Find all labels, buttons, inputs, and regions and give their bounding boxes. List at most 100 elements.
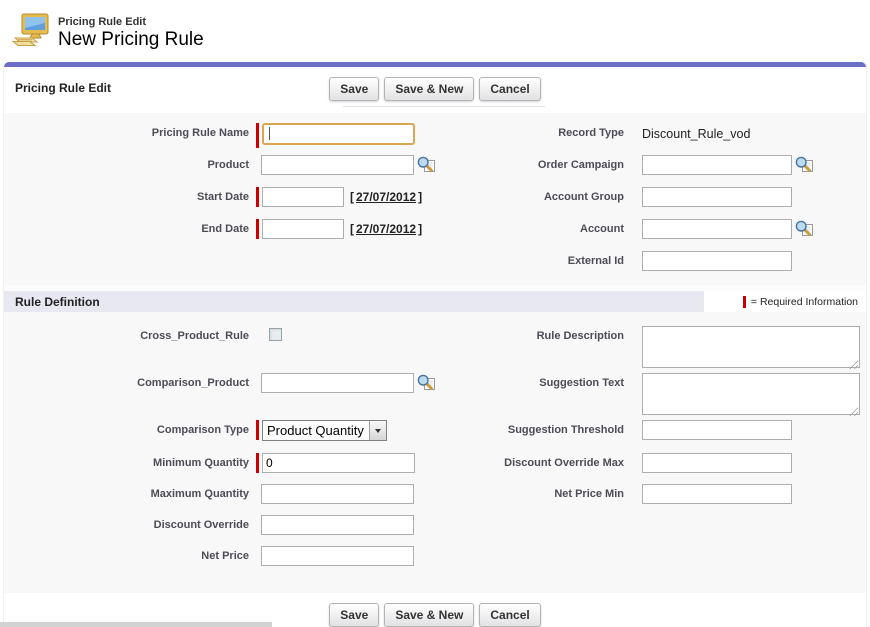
field-label: Discount Override Max bbox=[452, 453, 624, 469]
required-legend-text: = Required Information bbox=[751, 296, 858, 308]
required-indicator bbox=[256, 187, 259, 207]
field-label: Start Date bbox=[4, 187, 249, 203]
page-title: New Pricing Rule bbox=[58, 29, 204, 51]
dropdown-button[interactable] bbox=[369, 421, 386, 440]
field-label: Suggestion Text bbox=[452, 373, 624, 389]
cross-product-rule-checkbox[interactable] bbox=[269, 328, 282, 341]
field-label: Suggestion Threshold bbox=[452, 420, 624, 436]
information-section: Pricing Rule Name Record Type Discount_R… bbox=[4, 113, 866, 285]
discount-override-input[interactable] bbox=[261, 515, 414, 535]
required-indicator bbox=[256, 123, 259, 148]
minimum-quantity-input[interactable] bbox=[262, 453, 415, 473]
lookup-icon[interactable] bbox=[417, 374, 436, 396]
field-label: Account bbox=[452, 219, 624, 235]
field-label: End Date bbox=[4, 219, 249, 235]
form-row: Pricing Rule Name Record Type Discount_R… bbox=[4, 123, 866, 155]
edit-panel: Pricing Rule Edit Save Save & New Cancel… bbox=[3, 62, 867, 627]
form-row: End Date [27/07/2012] Account bbox=[4, 219, 866, 251]
field-label: Record Type bbox=[452, 123, 624, 139]
bracket: [ bbox=[350, 222, 354, 236]
selected-option: Product Quantity bbox=[263, 421, 369, 440]
external-id-input[interactable] bbox=[642, 251, 792, 271]
suggestion-threshold-input[interactable] bbox=[642, 420, 792, 440]
cancel-button[interactable]: Cancel bbox=[479, 603, 540, 627]
form-row: Start Date [27/07/2012] Account Group bbox=[4, 187, 866, 219]
form-row: Comparison_Product Suggestion Text bbox=[4, 373, 866, 420]
form-row: Minimum Quantity Discount Override Max bbox=[4, 453, 866, 484]
required-indicator bbox=[256, 453, 259, 473]
field-label: Comparison Type bbox=[4, 420, 249, 436]
comparison-product-input[interactable] bbox=[261, 373, 414, 393]
cancel-button[interactable]: Cancel bbox=[479, 77, 540, 101]
textarea-wrap bbox=[642, 373, 860, 420]
lookup-icon[interactable] bbox=[417, 156, 436, 178]
pricing-rule-name-input[interactable] bbox=[264, 126, 413, 143]
date-hint: [27/07/2012] bbox=[350, 219, 422, 236]
form-row: External Id bbox=[4, 251, 866, 283]
account-group-input[interactable] bbox=[642, 187, 792, 207]
field-label: Product bbox=[4, 155, 249, 171]
form-row: Maximum Quantity Net Price Min bbox=[4, 484, 866, 515]
textarea-wrap bbox=[642, 326, 860, 373]
text-caret bbox=[269, 127, 270, 140]
form-row: Cross_Product_Rule Rule Description bbox=[4, 326, 866, 373]
masthead-titles: Pricing Rule Edit New Pricing Rule bbox=[58, 16, 204, 51]
lookup-icon[interactable] bbox=[795, 220, 814, 242]
field-label: Account Group bbox=[452, 187, 624, 203]
field-label: Rule Description bbox=[452, 326, 624, 342]
net-price-input[interactable] bbox=[261, 546, 414, 566]
field-label: Maximum Quantity bbox=[4, 484, 249, 500]
end-date-input[interactable] bbox=[262, 219, 344, 239]
rule-definition-section: Cross_Product_Rule Rule Description Comp… bbox=[4, 312, 866, 593]
required-indicator bbox=[256, 420, 259, 440]
date-hint: [27/07/2012] bbox=[350, 187, 422, 204]
field-label: Minimum Quantity bbox=[4, 453, 249, 469]
masthead: Pricing Rule Edit New Pricing Rule bbox=[0, 0, 870, 62]
order-campaign-input[interactable] bbox=[642, 155, 792, 175]
section-title-rule-definition: Rule Definition bbox=[4, 291, 704, 312]
pricing-rule-edit-page: Pricing Rule Edit New Pricing Rule Prici… bbox=[0, 0, 870, 627]
form-row: Net Price bbox=[4, 546, 866, 577]
record-type-value: Discount_Rule_vod bbox=[642, 123, 750, 141]
breadcrumb: Pricing Rule Edit bbox=[58, 16, 204, 28]
save-button[interactable]: Save bbox=[329, 77, 379, 101]
bracket: ] bbox=[418, 222, 422, 236]
top-action-row: Pricing Rule Edit Save Save & New Cancel bbox=[4, 67, 866, 113]
field-label: Net Price Min bbox=[452, 484, 624, 500]
form-row: Product Order Campaign bbox=[4, 155, 866, 187]
field-label: Discount Override bbox=[4, 515, 249, 531]
field-label: External Id bbox=[452, 251, 624, 267]
form-row: Comparison Type Product Quantity Suggest… bbox=[4, 420, 866, 453]
net-price-min-input[interactable] bbox=[642, 484, 792, 504]
required-indicator bbox=[256, 219, 259, 239]
start-date-input[interactable] bbox=[262, 187, 344, 207]
end-date-today-link[interactable]: 27/07/2012 bbox=[356, 222, 416, 236]
lookup-icon[interactable] bbox=[795, 156, 814, 178]
discount-override-max-input[interactable] bbox=[642, 453, 792, 473]
chevron-down-icon bbox=[375, 429, 381, 433]
field-label: Pricing Rule Name bbox=[4, 123, 249, 139]
field-label: Net Price bbox=[4, 546, 249, 562]
form-row: Discount Override bbox=[4, 515, 866, 546]
button-underline bbox=[343, 106, 545, 107]
field-label: Comparison_Product bbox=[4, 373, 249, 389]
save-and-new-button[interactable]: Save & New bbox=[384, 603, 474, 627]
suggestion-text-textarea[interactable] bbox=[642, 373, 860, 415]
bracket: ] bbox=[418, 190, 422, 204]
comparison-type-select[interactable]: Product Quantity bbox=[262, 420, 387, 441]
bottom-edge-strip bbox=[0, 622, 272, 627]
save-and-new-button[interactable]: Save & New bbox=[384, 77, 474, 101]
save-button[interactable]: Save bbox=[329, 603, 379, 627]
required-indicator bbox=[743, 296, 746, 308]
bracket: [ bbox=[350, 190, 354, 204]
top-button-group: Save Save & New Cancel bbox=[4, 77, 866, 101]
start-date-today-link[interactable]: 27/07/2012 bbox=[356, 190, 416, 204]
desktop-computer-icon bbox=[10, 12, 50, 55]
rule-definition-header: Rule Definition = Required Information bbox=[4, 291, 866, 312]
account-input[interactable] bbox=[642, 219, 792, 239]
focused-input-wrap bbox=[262, 123, 415, 145]
required-legend: = Required Information bbox=[704, 291, 866, 312]
rule-description-textarea[interactable] bbox=[642, 326, 860, 368]
maximum-quantity-input[interactable] bbox=[261, 484, 414, 504]
product-input[interactable] bbox=[261, 155, 414, 175]
